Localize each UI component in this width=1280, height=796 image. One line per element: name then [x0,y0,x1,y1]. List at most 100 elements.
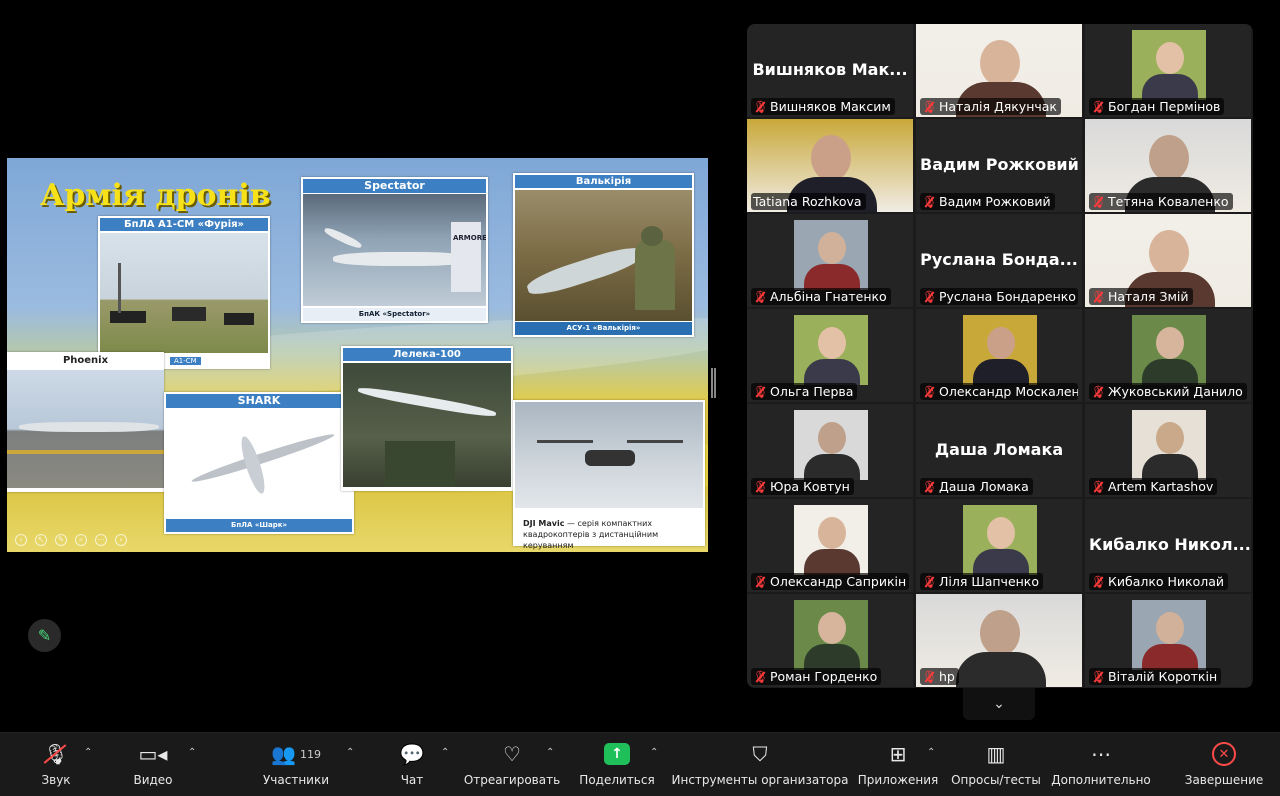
microphone-muted-icon: 🎙 [1091,479,1107,494]
participant-tile[interactable]: Tatiana Rozhkova [747,119,913,212]
microphone-muted-icon: 🎙 [753,384,769,399]
participants-count: 119 [299,747,321,761]
participant-tile[interactable]: 🎙 Наталія Дякунчак [916,24,1082,117]
participant-name-label: 🎙 Руслана Бондаренко [920,288,1078,305]
participant-name: Tatiana Rozhkova [753,194,862,209]
participant-name: Artem Kartashov [1108,479,1214,494]
react-button[interactable]: ♡ Отреагировать [464,739,560,793]
participant-name: Тетяна Коваленко [1108,194,1229,209]
participant-tile[interactable]: 🎙 Жуковський Данило [1085,309,1251,402]
participant-tile[interactable]: Руслана Бонда... 🎙 Руслана Бондаренко [916,214,1082,307]
participant-name: Вишняков Максим [770,99,891,114]
furia-photo [100,233,268,353]
polls-button[interactable]: ▥ Опросы/тесты [951,739,1041,793]
video-options-caret[interactable]: ⌃ [188,747,196,758]
participant-tile[interactable]: 🎙 Наталя Змій [1085,214,1251,307]
participant-tile[interactable]: 🎙 Artem Kartashov [1085,404,1251,497]
shield-icon: ⛉ [752,742,768,766]
participant-tile[interactable]: 🎙 Альбіна Гнатенко [747,214,913,307]
participant-name-label: 🎙 Віталій Короткін [1089,668,1222,685]
host-tools-button[interactable]: ⛉ Инструменты организатора [672,739,849,793]
chat-label: Чат [400,773,424,787]
end-label: Завершение [1184,773,1264,787]
microphone-muted-icon: 🎙 [753,289,769,304]
participant-name: Наталія Дякунчак [939,99,1057,114]
participant-tile[interactable]: 🎙 Олександр Саприкін [747,499,913,592]
slide-navigation[interactable]: ‹ ↖ ✎ ⌕ ⋯ › [15,534,127,546]
microphone-muted-icon: 🎙 [1091,669,1107,684]
participant-name: Кибалко Николай [1108,574,1225,589]
annotate-button[interactable]: ✎ [28,619,61,652]
video-button[interactable]: ▭◂ Видео [130,739,176,793]
participant-name: Альбіна Гнатенко [770,289,887,304]
participants-button[interactable]: 👥 119 Участники [262,739,330,793]
zoom-icon[interactable]: ⌕ [75,534,87,546]
meeting-stage: Армія дронів БпЛА А1-СМ «Фурія» А1-СМ Sp… [0,0,1280,732]
audio-button[interactable]: 🎙 Звук [36,739,76,793]
microphone-muted-icon: 🎙 [922,194,938,209]
audio-options-caret[interactable]: ⌃ [84,747,92,758]
participant-tile[interactable]: 🎙 Ольга Перва [747,309,913,402]
microphone-muted-icon: 🎙 [753,479,769,494]
react-options-caret[interactable]: ⌃ [546,747,554,758]
participant-name: Юра Ковтун [770,479,850,494]
participant-avatar [1132,410,1206,480]
participant-name: Руслана Бондаренко [939,289,1076,304]
participant-name: Віталій Короткін [1108,669,1218,684]
participant-avatar [794,600,868,670]
card-spectator: Spectator ARMORED БпАК «Spectator» [301,177,488,323]
chat-options-caret[interactable]: ⌃ [441,747,449,758]
card-sub: БпАК «Spectator» [303,308,486,321]
participant-tile[interactable]: 🎙 Юра Ковтун [747,404,913,497]
next-slide-icon[interactable]: › [115,534,127,546]
spectator-photo-text: ARMORED [453,234,486,242]
participant-display-name: Вадим Рожковий [920,155,1079,174]
prev-slide-icon[interactable]: ‹ [15,534,27,546]
participant-tile[interactable]: Кибалко Никол... 🎙 Кибалко Николай [1085,499,1251,592]
view-splitter-handle[interactable] [711,368,716,398]
participant-name-label: 🎙 Олександр Москален... [920,383,1078,400]
participant-tile[interactable]: Вадим Рожковий 🎙 Вадим Рожковий [916,119,1082,212]
microphone-muted-icon: 🎙 [922,99,938,114]
participant-tile[interactable]: Даша Ломака 🎙 Даша Ломака [916,404,1082,497]
participant-avatar [794,315,868,385]
microphone-muted-icon: 🎙 [753,669,769,684]
apps-button[interactable]: ⊞ Приложения [858,739,939,793]
participant-avatar [794,505,868,575]
microphone-muted-icon: 🎙 [922,574,938,589]
pen-icon[interactable]: ✎ [55,534,67,546]
participant-name: Вадим Рожковий [939,194,1051,209]
participant-name: Ольга Перва [770,384,854,399]
microphone-muted-icon: 🎙 [1091,194,1107,209]
share-button[interactable]: ↑ Поделиться [579,739,655,793]
more-button[interactable]: ⋯ Дополнительно [1051,739,1151,793]
share-options-caret[interactable]: ⌃ [650,747,658,758]
participant-tile[interactable]: 🎙 Олександр Москален... [916,309,1082,402]
participant-name-label: 🎙 Artem Kartashov [1089,478,1218,495]
participant-tile[interactable]: Вишняков Мак... 🎙 Вишняков Максим [747,24,913,117]
microphone-muted-icon: 🎙 [922,289,938,304]
participant-name-label: 🎙 Кибалко Николай [1089,573,1229,590]
participant-tile[interactable]: 🎙 Тетяна Коваленко [1085,119,1251,212]
gallery-expand-button[interactable]: ⌄ [963,688,1035,720]
participant-name: Роман Горденко [770,669,878,684]
participant-tile[interactable]: 🎙 Роман Горденко [747,594,913,687]
pointer-icon[interactable]: ↖ [35,534,47,546]
menu-icon[interactable]: ⋯ [95,534,107,546]
shark-photo [166,409,352,517]
chat-button[interactable]: 💬 Чат [397,739,427,793]
heart-icon: ♡ [503,742,521,766]
participant-tile[interactable]: 🎙 hp [916,594,1082,687]
participant-name-label: 🎙 Роман Горденко [751,668,882,685]
participant-name-label: 🎙 Вишняков Максим [751,98,895,115]
end-meeting-button[interactable]: ✕ Завершение [1184,739,1264,793]
card-valkyrie: Валькірія АСУ-1 «Валькірія» [513,173,694,337]
mavic-description: DJI Mavic — серія компактних квадрокопте… [523,518,699,551]
apps-options-caret[interactable]: ⌃ [927,747,935,758]
phoenix-photo [7,370,164,488]
participant-tile[interactable]: 🎙 Богдан Пермінов [1085,24,1251,117]
participant-tile[interactable]: 🎙 Ліля Шапченко [916,499,1082,592]
participants-options-caret[interactable]: ⌃ [346,747,354,758]
share-label: Поделиться [579,773,655,787]
participant-tile[interactable]: 🎙 Віталій Короткін [1085,594,1251,687]
